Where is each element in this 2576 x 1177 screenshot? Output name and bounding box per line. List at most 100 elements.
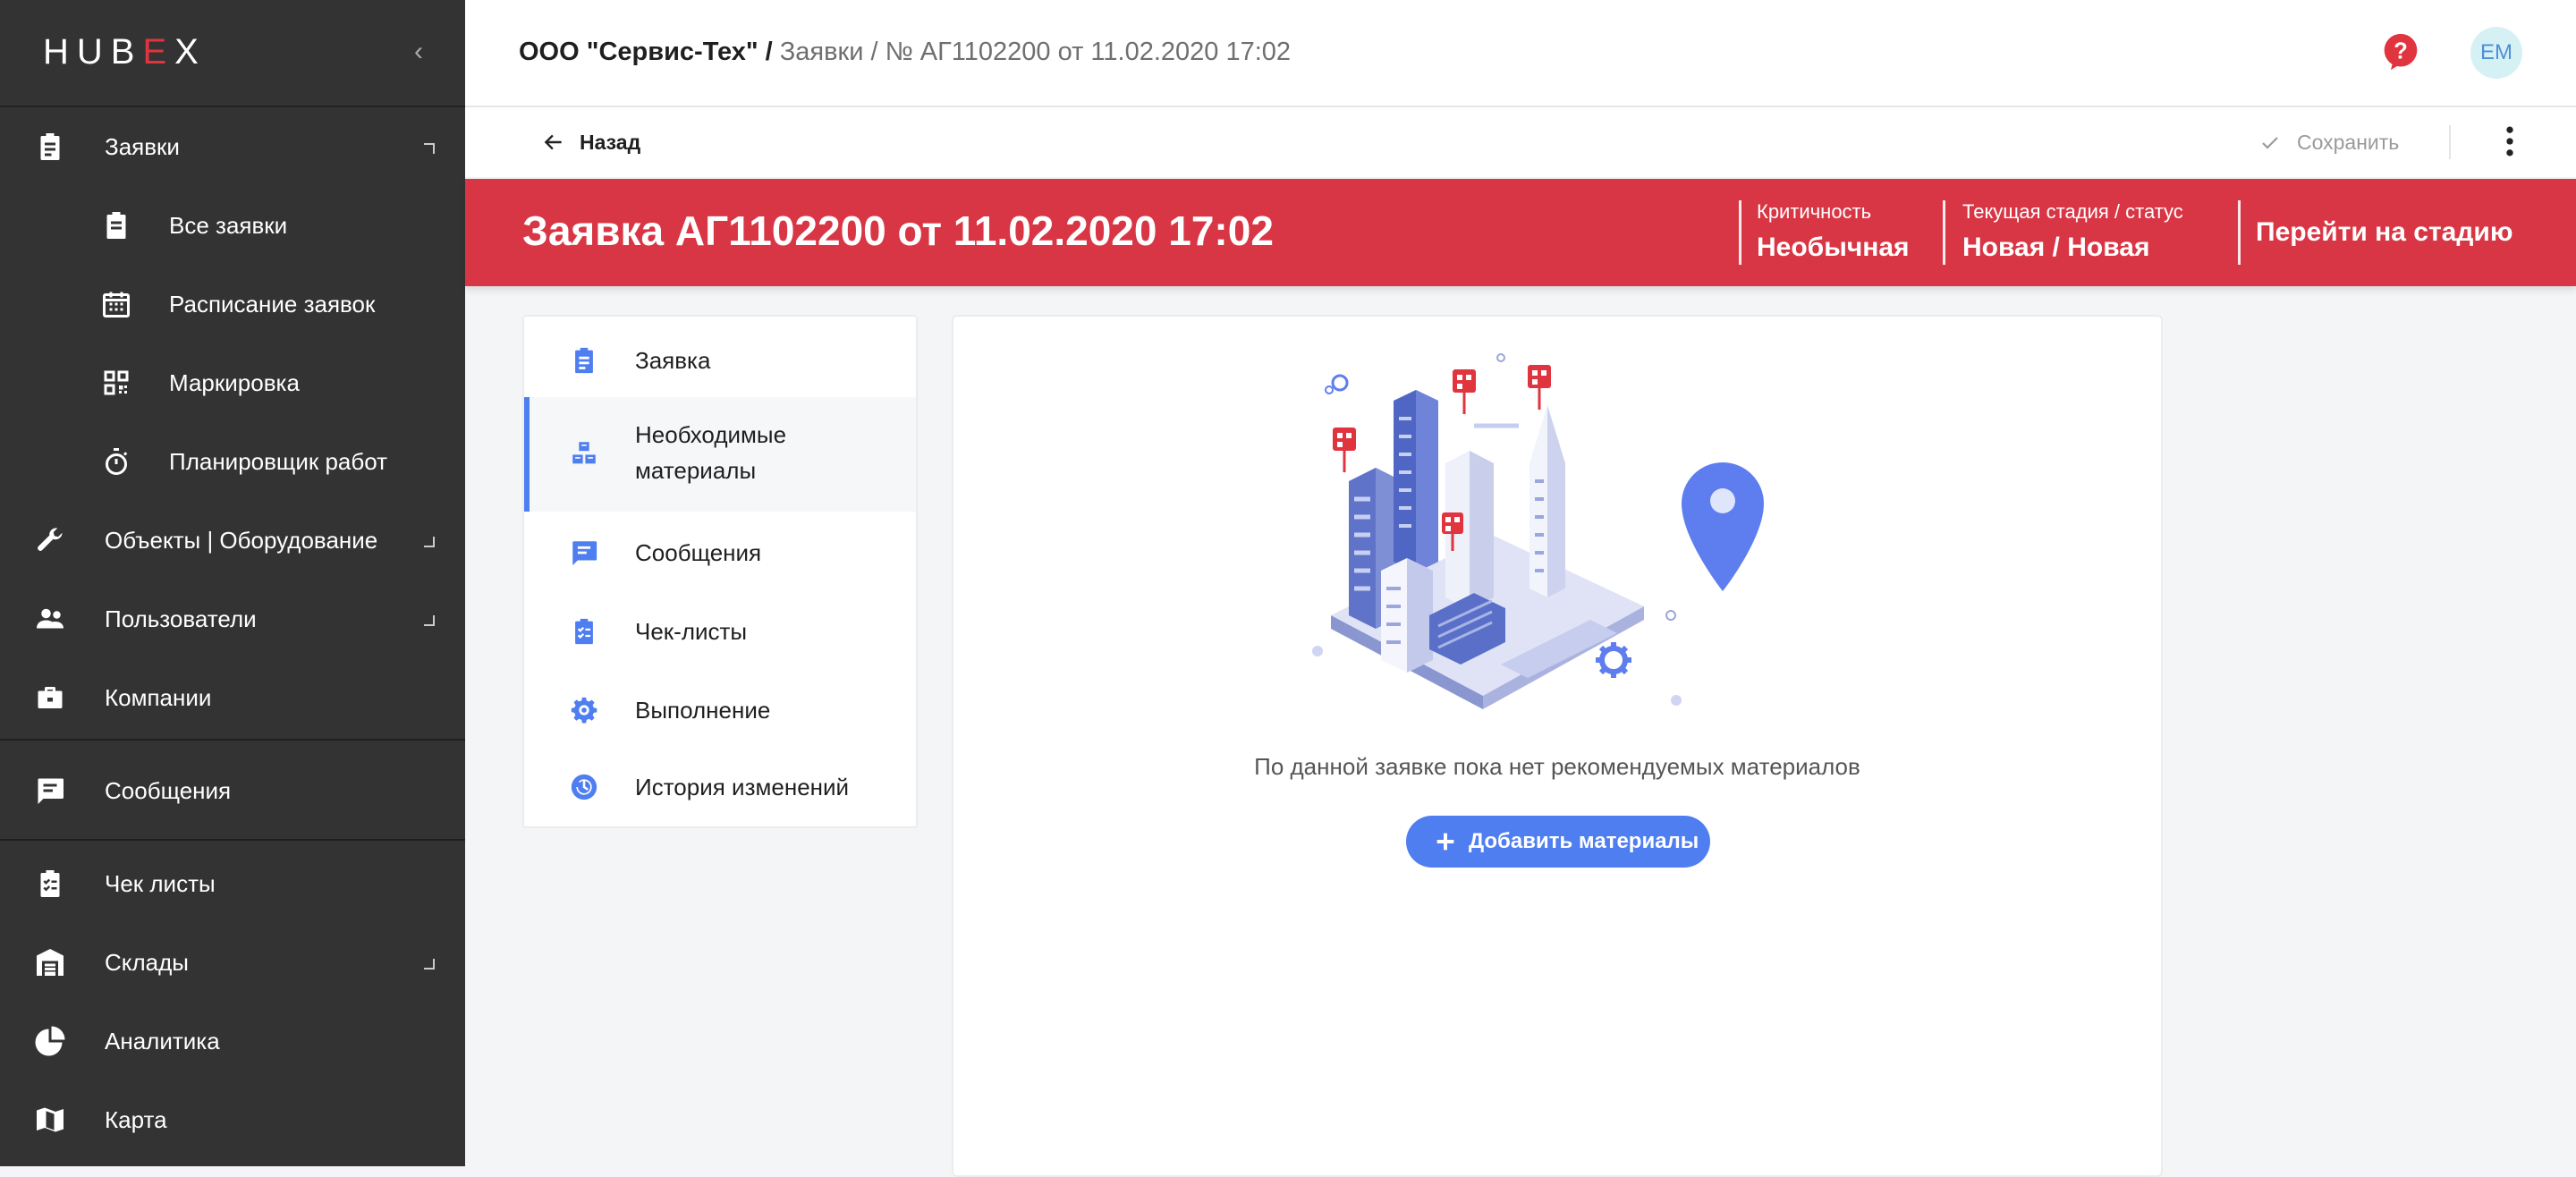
qr-code-icon bbox=[104, 370, 129, 395]
collapse-sidebar-button[interactable]: ‹ bbox=[404, 34, 433, 70]
sidebar-item-label: Объекты | Оборудование bbox=[105, 527, 378, 554]
tab-request[interactable]: Заявка bbox=[524, 326, 916, 395]
save-button[interactable]: Сохранить bbox=[2259, 107, 2429, 177]
more-vertical-icon[interactable] bbox=[2490, 122, 2529, 161]
sidebar-item-planner[interactable]: Планировщик работ bbox=[0, 422, 465, 501]
add-materials-button-label: Добавить материалы bbox=[1469, 829, 1699, 853]
chat-icon bbox=[572, 541, 597, 566]
plus-icon bbox=[1436, 833, 1454, 851]
breadcrumb-organization[interactable]: ООО "Сервис-Тех" / bbox=[519, 38, 773, 66]
hubex-logo[interactable]: HUBEX bbox=[43, 32, 207, 72]
criticality-value: Необычная bbox=[1757, 233, 1910, 262]
sidebar: HUBEX ‹ Заявки Все заявки Расписание зая… bbox=[0, 0, 465, 1166]
sidebar-item-schedule[interactable]: Расписание заявок bbox=[0, 265, 465, 343]
sidebar-item-label: Планировщик работ bbox=[169, 448, 388, 475]
sidebar-item-warehouses[interactable]: Склады bbox=[0, 923, 465, 1002]
help-icon[interactable]: ? bbox=[2381, 32, 2420, 72]
stopwatch-icon bbox=[106, 448, 128, 475]
logo-area: HUBEX ‹ bbox=[0, 0, 465, 107]
avatar[interactable]: ЕМ bbox=[2470, 27, 2522, 79]
chat-icon bbox=[38, 778, 64, 804]
sidebar-item-users[interactable]: Пользователи bbox=[0, 580, 465, 658]
clipboard-icon bbox=[40, 133, 60, 160]
sidebar-item-requests[interactable]: Заявки bbox=[0, 107, 465, 186]
tab-label: Сообщения bbox=[635, 539, 762, 566]
tab-label-line1: Необходимые bbox=[635, 421, 787, 448]
sidebar-item-objects[interactable]: Объекты | Оборудование bbox=[0, 501, 465, 580]
criticality-block: Критичность Необычная bbox=[1757, 199, 1910, 267]
toolbar-divider bbox=[2449, 125, 2451, 159]
city-illustration bbox=[1312, 353, 1764, 709]
sidebar-item-all-requests[interactable]: Все заявки bbox=[0, 186, 465, 265]
map-pin-icon bbox=[1682, 462, 1764, 591]
wrench-icon bbox=[38, 528, 63, 551]
save-button-label: Сохранить bbox=[2297, 131, 2400, 154]
header-divider bbox=[1739, 200, 1741, 265]
tab-label: Выполнение bbox=[635, 697, 771, 724]
sidebar-item-map[interactable]: Карта bbox=[0, 1080, 465, 1159]
goto-stage-button[interactable]: Перейти на стадию bbox=[2256, 179, 2512, 286]
gear-icon bbox=[1596, 642, 1631, 678]
expand-corner-icon bbox=[424, 615, 435, 626]
sidebar-item-label: Сообщения bbox=[105, 777, 232, 804]
users-icon bbox=[37, 608, 64, 629]
checklist-icon bbox=[40, 870, 60, 897]
sidebar-item-label: Все заявки bbox=[169, 212, 288, 239]
clipboard-icon bbox=[575, 347, 593, 374]
stage-block: Текущая стадия / статус Новая / Новая bbox=[1962, 199, 2183, 267]
clipboard-list-icon bbox=[106, 212, 126, 239]
arrow-left-icon bbox=[544, 134, 562, 150]
breadcrumb-path[interactable]: Заявки / № АГ1102200 от 11.02.2020 17:02 bbox=[773, 38, 1291, 66]
briefcase-icon bbox=[38, 687, 63, 708]
tag-marker bbox=[1453, 369, 1476, 414]
stage-label: Текущая стадия / статус bbox=[1962, 200, 2183, 223]
sidebar-divider bbox=[0, 739, 465, 741]
sidebar-item-label: Маркировка bbox=[169, 369, 300, 396]
check-icon bbox=[2262, 137, 2278, 149]
ticket-title: Заявка АГ1102200 от 11.02.2020 17:02 bbox=[522, 207, 1274, 254]
sidebar-item-analytics[interactable]: Аналитика bbox=[0, 1002, 465, 1080]
sidebar-item-label: Аналитика bbox=[105, 1028, 220, 1054]
gear-icon bbox=[571, 697, 597, 724]
tab-label: Заявка bbox=[635, 347, 711, 374]
tab-change-history[interactable]: История изменений bbox=[524, 749, 916, 825]
add-materials-button[interactable]: Добавить материалы bbox=[1406, 816, 1710, 868]
header-divider bbox=[1943, 200, 1945, 265]
ticket-tabs: Заявка Необходимые материалы Сообщения Ч… bbox=[522, 315, 918, 828]
svg-text:?: ? bbox=[2394, 38, 2408, 64]
stage-value: Новая / Новая bbox=[1962, 233, 2150, 262]
calendar-icon bbox=[103, 292, 130, 318]
header-divider bbox=[2238, 200, 2241, 265]
sidebar-item-companies[interactable]: Компании bbox=[0, 658, 465, 737]
empty-state-message: По данной заявке пока нет рекомендуемых … bbox=[1254, 753, 1860, 780]
sidebar-item-label: Заявки bbox=[105, 133, 180, 160]
active-tab-indicator bbox=[524, 397, 530, 512]
warehouse-icon bbox=[37, 949, 64, 976]
tab-label: Чек-листы bbox=[635, 618, 748, 645]
sidebar-item-messages[interactable]: Сообщения bbox=[0, 751, 465, 830]
tab-execution[interactable]: Выполнение bbox=[524, 671, 916, 749]
tab-checklists[interactable]: Чек-листы bbox=[524, 592, 916, 671]
tab-label-line2: материалы bbox=[635, 457, 757, 484]
sidebar-item-marking[interactable]: Маркировка bbox=[0, 343, 465, 422]
collapse-corner-icon bbox=[424, 143, 435, 154]
clock-icon bbox=[571, 774, 597, 800]
tab-label: История изменений bbox=[635, 774, 850, 800]
logo-accent-letter: E bbox=[142, 32, 175, 72]
expand-corner-icon bbox=[424, 537, 435, 547]
materials-panel: По данной заявке пока нет рекомендуемых … bbox=[952, 315, 2163, 1177]
top-bar: ООО "Сервис-Тех" / Заявки / № АГ1102200 … bbox=[465, 0, 2576, 107]
pie-chart-icon bbox=[35, 1026, 65, 1056]
action-bar: Назад Сохранить bbox=[465, 107, 2576, 177]
ticket-header: Заявка АГ1102200 от 11.02.2020 17:02 Кри… bbox=[465, 179, 2576, 286]
tab-required-materials[interactable]: Необходимые материалы bbox=[524, 397, 916, 512]
checklist-icon bbox=[575, 618, 593, 645]
back-button-label: Назад bbox=[580, 131, 641, 154]
tag-marker bbox=[1333, 428, 1356, 472]
map-icon bbox=[37, 1107, 64, 1132]
tab-messages[interactable]: Сообщения bbox=[524, 513, 916, 592]
sidebar-item-checklists[interactable]: Чек листы bbox=[0, 844, 465, 923]
expand-corner-icon bbox=[424, 959, 435, 970]
criticality-label: Критичность bbox=[1757, 200, 1872, 223]
sidebar-item-label: Пользователи bbox=[105, 605, 257, 632]
